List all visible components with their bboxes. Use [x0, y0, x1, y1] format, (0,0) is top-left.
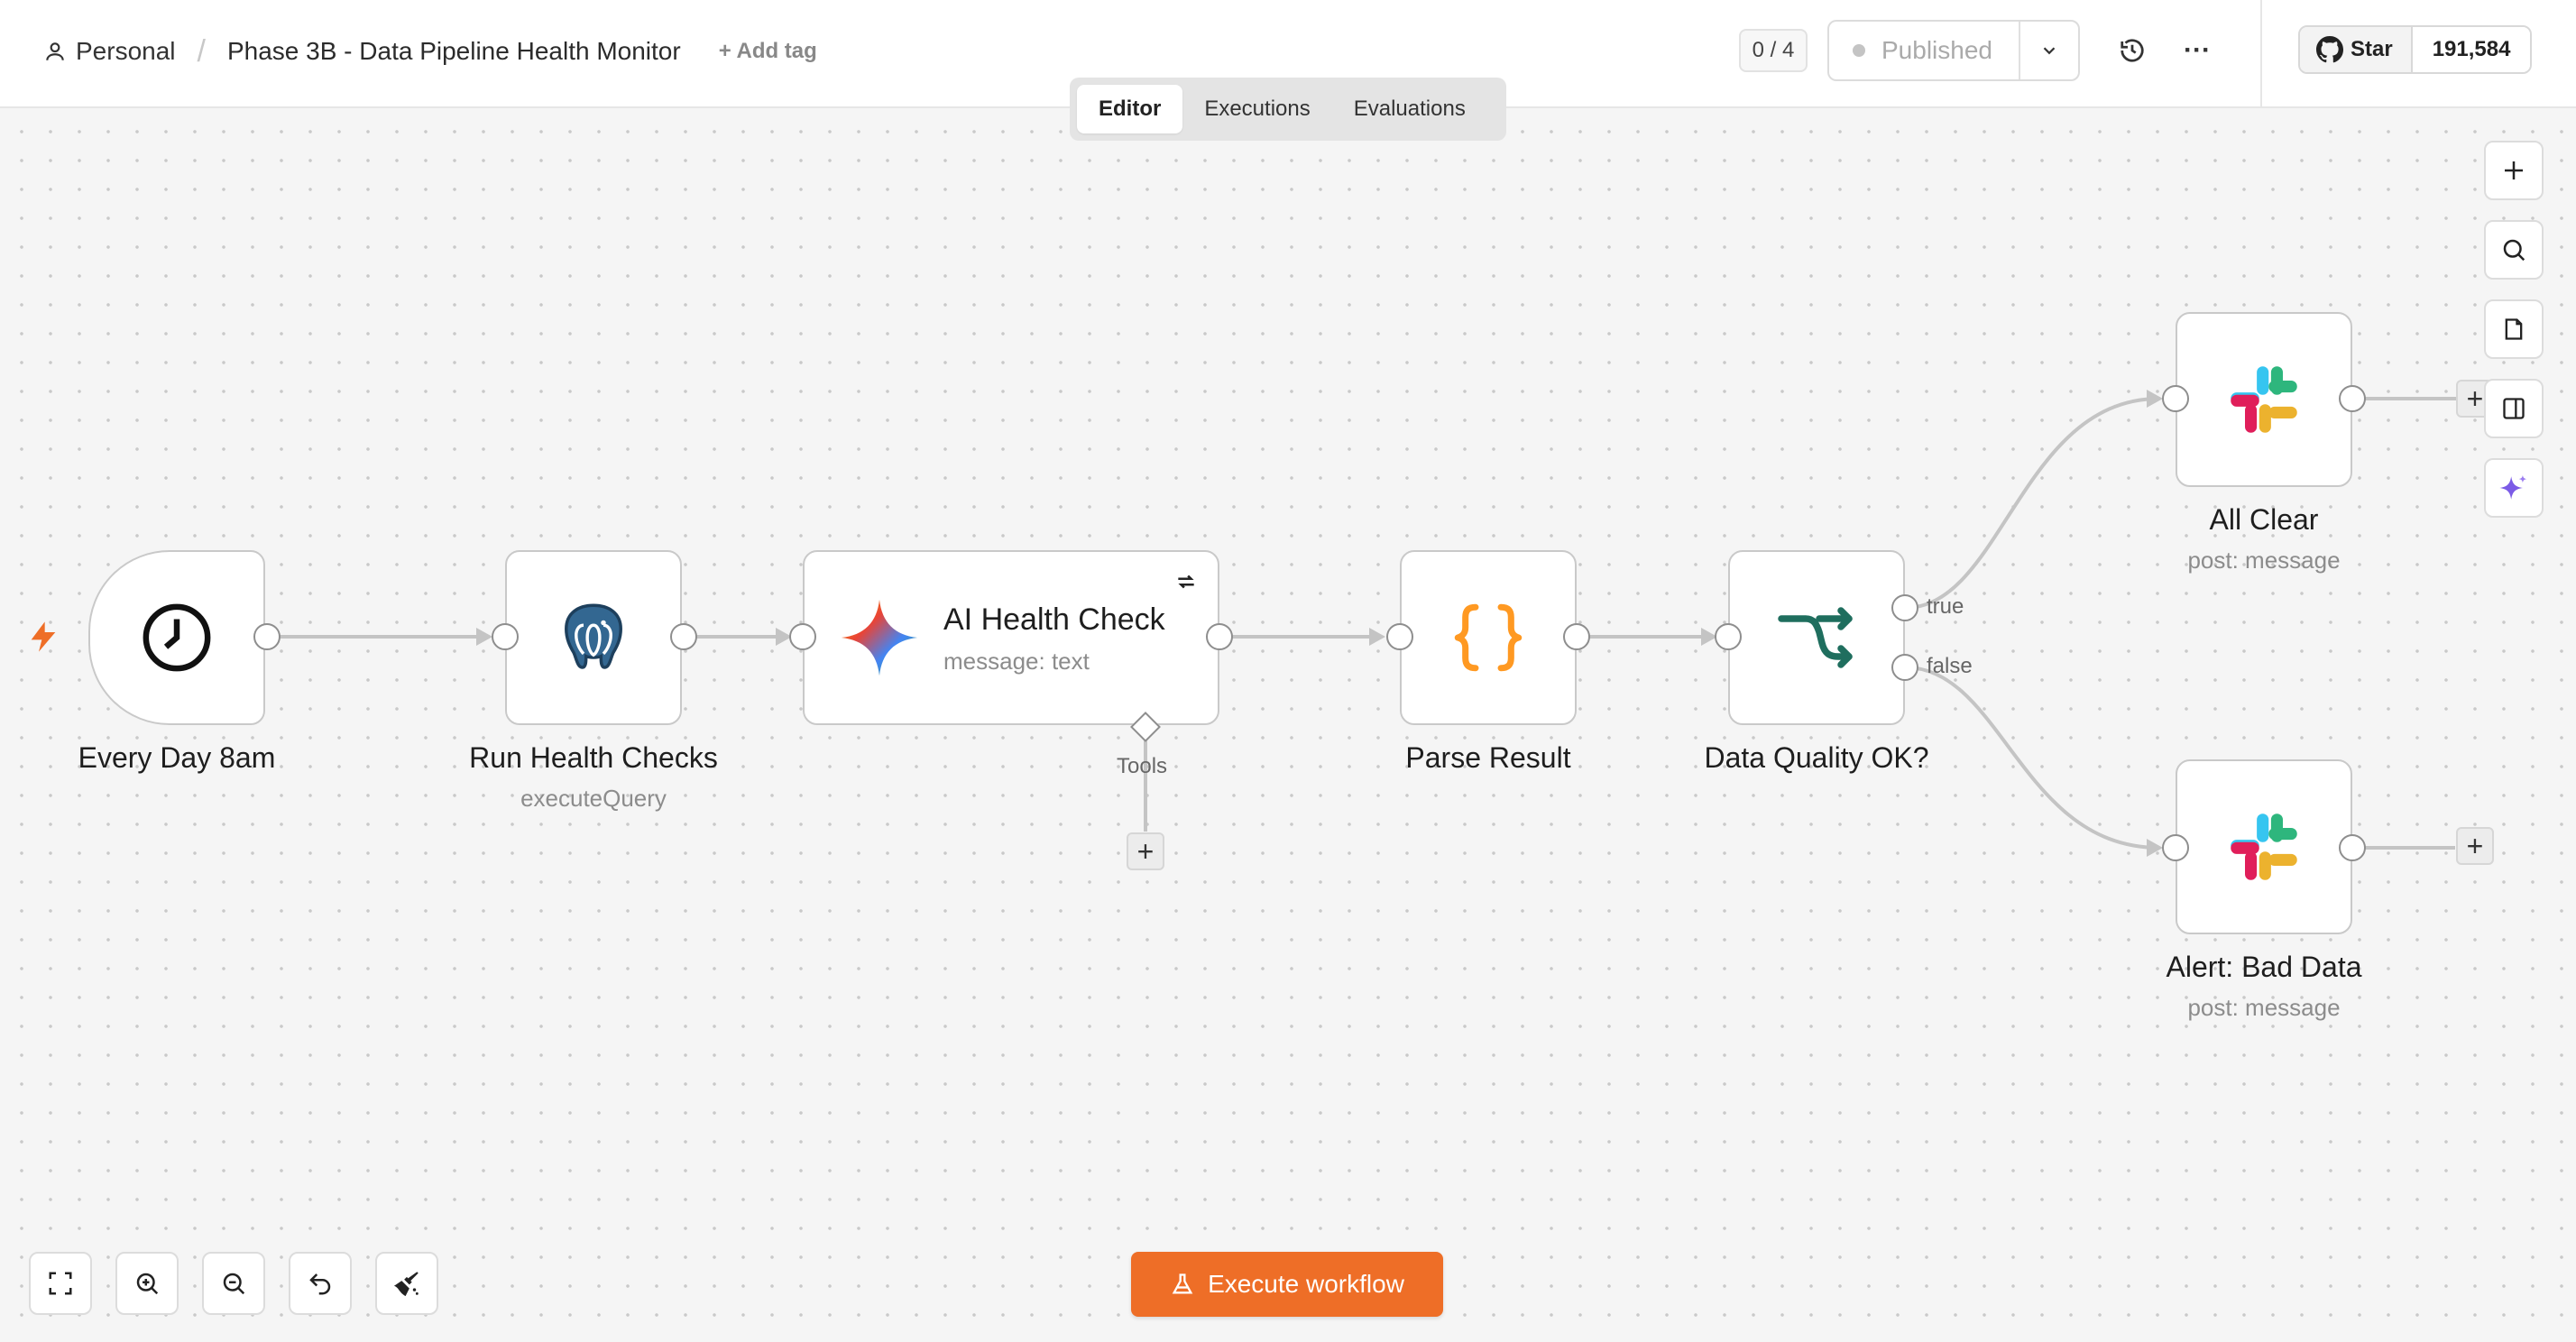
- output-port-all-clear[interactable]: [2339, 385, 2366, 412]
- output-port-every-day[interactable]: [253, 623, 281, 650]
- output-port-ai-health[interactable]: [1206, 623, 1233, 650]
- output-port-alert-bad[interactable]: [2339, 834, 2366, 861]
- flask-icon: [1172, 1273, 1193, 1294]
- ellipsis-icon: ···: [2184, 35, 2211, 65]
- node-all-clear[interactable]: [2176, 312, 2352, 487]
- tools-label: Tools: [1117, 754, 1168, 778]
- tab-editor[interactable]: Editor: [1077, 85, 1183, 133]
- github-star-widget[interactable]: Star 191,584: [2298, 25, 2533, 74]
- false-branch-label: false: [1927, 654, 1973, 678]
- publish-label: Published: [1881, 36, 1992, 64]
- tab-evaluations[interactable]: Evaluations: [1332, 85, 1487, 133]
- node-ai-health-check[interactable]: [803, 550, 1219, 725]
- slack-icon: [2231, 813, 2297, 880]
- canvas-side-toolbar: [2484, 141, 2544, 538]
- input-port-all-clear[interactable]: [2162, 385, 2189, 412]
- search-nodes-button[interactable]: [2484, 220, 2544, 280]
- toggle-panel-button[interactable]: [2484, 379, 2544, 438]
- zoom-out-icon: [223, 1273, 245, 1295]
- node-sub-all-clear: post: message: [2187, 547, 2341, 574]
- node-sub-run-health: executeQuery: [520, 785, 667, 812]
- plus-icon: [2505, 161, 2523, 179]
- node-label-all-clear: All Clear: [2209, 503, 2319, 536]
- loop-icon: [1178, 574, 1194, 589]
- add-tag-button[interactable]: + Add tag: [719, 39, 817, 64]
- publish-dropdown-button[interactable]: [2020, 22, 2078, 79]
- person-icon: [46, 42, 64, 60]
- fit-view-icon: [49, 1272, 72, 1295]
- add-node-button[interactable]: [2484, 141, 2544, 200]
- header-divider: [2260, 0, 2262, 108]
- sparkle-icon: [2499, 474, 2527, 500]
- github-icon: [2316, 36, 2343, 63]
- github-star-label: Star: [2351, 37, 2393, 61]
- tab-executions[interactable]: Executions: [1182, 85, 1331, 133]
- workflow-title[interactable]: Phase 3B - Data Pipeline Health Monitor: [227, 37, 681, 66]
- zoom-in-icon: [136, 1273, 159, 1295]
- sticky-note-button[interactable]: [2484, 299, 2544, 359]
- broom-icon: [393, 1272, 419, 1297]
- trigger-bolt-icon: [31, 621, 56, 652]
- more-options-button[interactable]: ···: [2177, 31, 2217, 70]
- panel-icon: [2503, 398, 2525, 419]
- output-port-false[interactable]: [1891, 654, 1918, 681]
- add-node-after-alert[interactable]: +: [2456, 827, 2494, 865]
- input-port-ai-health[interactable]: [789, 623, 816, 650]
- node-label-alert-bad: Alert: Bad Data: [2166, 951, 2362, 983]
- input-port-run-health[interactable]: [492, 623, 519, 650]
- node-label-data-quality: Data Quality OK?: [1704, 741, 1929, 774]
- ai-assistant-button[interactable]: [2484, 458, 2544, 518]
- github-star-count: 191,584: [2412, 27, 2531, 72]
- output-port-true[interactable]: [1891, 594, 1918, 621]
- search-icon: [2503, 239, 2525, 262]
- postgres-elephant-icon: [565, 603, 622, 669]
- node-run-health-checks[interactable]: [505, 550, 682, 725]
- input-port-alert-bad[interactable]: [2162, 834, 2189, 861]
- true-branch-label: true: [1927, 594, 1964, 619]
- node-label-parse-result: Parse Result: [1405, 741, 1571, 774]
- node-label-ai-health: AI Health Check: [943, 602, 1165, 637]
- history-icon: [2121, 39, 2144, 62]
- publish-control: Published: [1827, 20, 2080, 81]
- sticky-note-icon: [2505, 318, 2523, 340]
- output-port-parse-result[interactable]: [1563, 623, 1590, 650]
- node-sub-alert-bad: post: message: [2187, 994, 2341, 1021]
- node-label-run-health: Run Health Checks: [469, 741, 718, 774]
- github-star-button[interactable]: Star: [2300, 27, 2413, 72]
- node-every-day-8am[interactable]: [88, 550, 265, 725]
- fit-view-button[interactable]: [29, 1252, 92, 1315]
- history-button[interactable]: [2112, 31, 2152, 70]
- publish-button[interactable]: Published: [1829, 22, 2020, 79]
- undo-icon: [309, 1273, 331, 1295]
- node-data-quality[interactable]: [1728, 550, 1905, 725]
- breadcrumb-separator: /: [197, 33, 206, 69]
- view-tabs: Editor Executions Evaluations: [1070, 78, 1506, 141]
- breadcrumb-personal[interactable]: Personal: [76, 37, 176, 66]
- zoom-out-button[interactable]: [202, 1252, 265, 1315]
- workflow-counter: 0 / 4: [1739, 29, 1808, 72]
- node-alert-bad-data[interactable]: [2176, 759, 2352, 934]
- execute-workflow-button[interactable]: Execute workflow: [1131, 1252, 1443, 1317]
- add-tool-button[interactable]: +: [1127, 832, 1164, 870]
- workflow-canvas[interactable]: [0, 110, 2576, 1342]
- slack-icon: [2231, 366, 2297, 433]
- undo-button[interactable]: [289, 1252, 352, 1315]
- tidy-up-button[interactable]: [375, 1252, 438, 1315]
- gemini-icon: [841, 599, 918, 676]
- if-branch-icon: [1778, 607, 1853, 668]
- status-dot: [1853, 44, 1865, 57]
- canvas-bottom-toolbar: [29, 1252, 462, 1315]
- zoom-in-button[interactable]: [115, 1252, 179, 1315]
- chevron-down-icon: [2043, 47, 2056, 55]
- execute-workflow-label: Execute workflow: [1208, 1270, 1404, 1298]
- node-parse-result[interactable]: [1400, 550, 1577, 725]
- node-label-every-day: Every Day 8am: [78, 741, 276, 774]
- input-port-parse-result[interactable]: [1386, 623, 1413, 650]
- breadcrumb: Personal / Phase 3B - Data Pipeline Heal…: [43, 31, 817, 72]
- node-sub-ai-health: message: text: [943, 648, 1090, 675]
- code-braces-icon: [1454, 603, 1523, 672]
- input-port-data-quality[interactable]: [1715, 623, 1742, 650]
- output-port-run-health[interactable]: [670, 623, 697, 650]
- clock-icon: [143, 603, 211, 672]
